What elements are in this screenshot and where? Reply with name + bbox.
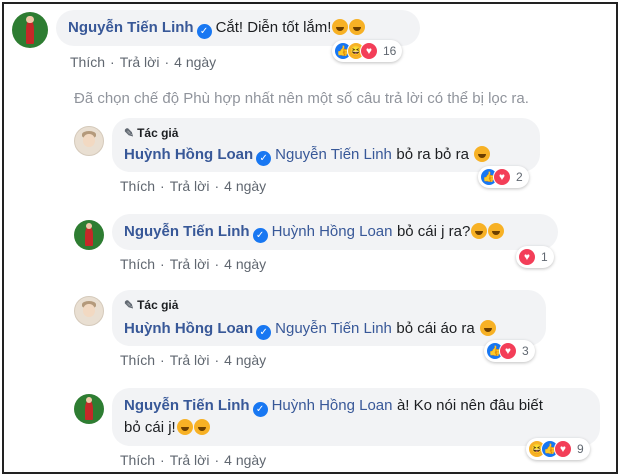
reaction-count: 9 bbox=[577, 442, 584, 456]
comment-text: Cắt! Diễn tốt lắm! bbox=[215, 19, 332, 36]
love-icon: ♥ bbox=[499, 342, 517, 360]
like-button[interactable]: Thích bbox=[70, 54, 105, 70]
reaction-summary[interactable]: ♥ 1 bbox=[516, 246, 554, 268]
comment-bubble: ✎ Tác giả Huỳnh Hồng Loan ✓ Nguyễn Tiến Lin… bbox=[112, 290, 546, 346]
comment-actions: Thích · Trả lời · 4 ngày bbox=[120, 178, 267, 194]
comment-text: bỏ cái j ra? bbox=[396, 223, 471, 240]
love-icon: ♥ bbox=[518, 248, 536, 266]
comment-bubble: Nguyễn Tiến Linh ✓ Huỳnh Hồng Loan à! Ko n… bbox=[112, 388, 600, 446]
comment-author[interactable]: Nguyễn Tiến Linh bbox=[68, 19, 194, 36]
reply-button[interactable]: Trả lời bbox=[120, 54, 160, 70]
timestamp[interactable]: 4 ngày bbox=[224, 256, 266, 272]
comment-author[interactable]: Nguyễn Tiến Linh bbox=[124, 397, 250, 414]
laughing-emoji-icon bbox=[176, 419, 193, 435]
comment-actions: Thích · Trả lời · 4 ngày bbox=[120, 352, 267, 368]
author-badge: Tác giả bbox=[137, 298, 179, 312]
laughing-emoji-icon bbox=[480, 320, 497, 336]
reply-button[interactable]: Trả lời bbox=[170, 256, 210, 272]
author-badge: Tác giả bbox=[137, 126, 179, 140]
mention-link[interactable]: Nguyễn Tiến Linh bbox=[275, 320, 392, 337]
like-button[interactable]: Thích bbox=[120, 178, 155, 194]
verified-icon: ✓ bbox=[252, 228, 268, 243]
reply-button[interactable]: Trả lời bbox=[170, 178, 210, 194]
mention-link[interactable]: Nguyễn Tiến Linh bbox=[275, 146, 392, 163]
timestamp[interactable]: 4 ngày bbox=[174, 54, 216, 70]
verified-icon: ✓ bbox=[256, 325, 272, 340]
comment-bubble: Nguyễn Tiến Linh ✓ Huỳnh Hồng Loan bỏ cái … bbox=[112, 214, 558, 250]
avatar[interactable] bbox=[74, 296, 104, 326]
comment-author[interactable]: Huỳnh Hồng Loan bbox=[124, 146, 253, 163]
comment-author[interactable]: Huỳnh Hồng Loan bbox=[124, 320, 253, 337]
comment-text: bỏ cái áo ra bbox=[396, 320, 475, 337]
reaction-count: 3 bbox=[522, 344, 529, 358]
love-icon: ♥ bbox=[554, 440, 572, 458]
reaction-summary[interactable]: 👍 ♥ 3 bbox=[484, 340, 535, 362]
timestamp[interactable]: 4 ngày bbox=[224, 352, 266, 368]
avatar[interactable] bbox=[74, 394, 104, 424]
reply-button[interactable]: Trả lời bbox=[170, 452, 210, 468]
laughing-emoji-icon bbox=[349, 19, 366, 35]
mention-link[interactable]: Huỳnh Hồng Loan bbox=[272, 397, 393, 414]
avatar[interactable] bbox=[74, 220, 104, 250]
verified-icon: ✓ bbox=[196, 24, 212, 39]
reaction-count: 2 bbox=[516, 170, 523, 184]
reaction-summary[interactable]: 👍 😆 ♥ 16 bbox=[332, 40, 403, 62]
pencil-icon: ✎ bbox=[124, 126, 135, 140]
comment-author[interactable]: Nguyễn Tiến Linh bbox=[124, 223, 250, 240]
comment-actions: Thích · Trả lời · 4 ngày bbox=[70, 54, 217, 70]
avatar[interactable] bbox=[74, 126, 104, 156]
verified-icon: ✓ bbox=[256, 151, 272, 166]
mention-link[interactable]: Huỳnh Hồng Loan bbox=[272, 223, 393, 240]
avatar[interactable] bbox=[12, 12, 48, 48]
love-icon: ♥ bbox=[360, 42, 378, 60]
filter-notice: Đã chọn chế độ Phù hợp nhất nên một số c… bbox=[74, 90, 529, 107]
comment-text-continued: bỏ cái j! bbox=[124, 419, 176, 436]
laughing-emoji-icon bbox=[488, 223, 505, 239]
laughing-emoji-icon bbox=[471, 223, 488, 239]
reaction-summary[interactable]: 😆 👍 ♥ 9 bbox=[526, 438, 590, 460]
timestamp[interactable]: 4 ngày bbox=[224, 452, 266, 468]
reaction-summary[interactable]: 👍 ♥ 2 bbox=[478, 166, 529, 188]
like-button[interactable]: Thích bbox=[120, 452, 155, 468]
laughing-emoji-icon bbox=[193, 419, 210, 435]
pencil-icon: ✎ bbox=[124, 298, 135, 312]
like-button[interactable]: Thích bbox=[120, 352, 155, 368]
comment-actions: Thích · Trả lời · 4 ngày bbox=[120, 256, 267, 272]
reply-button[interactable]: Trả lời bbox=[170, 352, 210, 368]
comment-bubble: ✎ Tác giả Huỳnh Hồng Loan ✓ Nguyễn Tiến Lin… bbox=[112, 118, 540, 172]
love-icon: ♥ bbox=[493, 168, 511, 186]
verified-icon: ✓ bbox=[252, 402, 268, 417]
comment-actions: Thích · Trả lời · 4 ngày bbox=[120, 452, 267, 468]
comment-text: bỏ ra bỏ ra bbox=[396, 146, 469, 163]
comment-text: à! Ko nói nên đâu biết bbox=[396, 397, 543, 414]
reaction-count: 1 bbox=[541, 250, 548, 264]
reaction-count: 16 bbox=[383, 44, 397, 58]
timestamp[interactable]: 4 ngày bbox=[224, 178, 266, 194]
like-button[interactable]: Thích bbox=[120, 256, 155, 272]
laughing-emoji-icon bbox=[332, 19, 349, 35]
comment-thread: Nguyễn Tiến Linh ✓ Cắt! Diễn tốt lắm! 👍 😆 ♥ 1… bbox=[2, 2, 618, 474]
laughing-emoji-icon bbox=[474, 146, 491, 162]
